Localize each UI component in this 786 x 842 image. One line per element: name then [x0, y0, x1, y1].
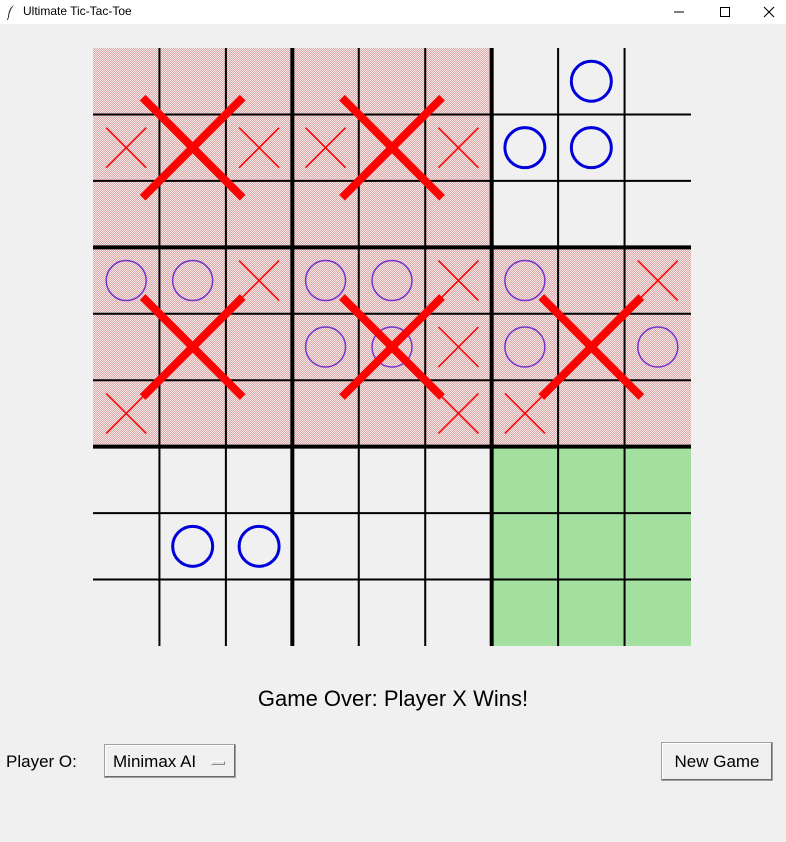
close-icon: [763, 6, 775, 18]
new-game-button[interactable]: New Game: [661, 742, 773, 781]
maximize-button[interactable]: [702, 0, 748, 24]
o-mark: [237, 524, 281, 568]
title-bar: Ultimate Tic-Tac-Toe: [0, 0, 786, 24]
window-title: Ultimate Tic-Tac-Toe: [23, 4, 132, 18]
player-o-select[interactable]: Minimax AI: [104, 744, 236, 778]
feather-icon: [7, 5, 14, 20]
ultimate-board-canvas[interactable]: [93, 48, 691, 646]
option-menu-indicator-icon: [211, 761, 225, 765]
sub-board-9-fill: [491, 446, 691, 646]
o-mark: [569, 126, 613, 170]
game-status: Game Over: Player X Wins!: [257, 686, 529, 711]
o-mark: [569, 59, 613, 103]
player-o-selected-value: Minimax AI: [113, 752, 197, 771]
o-mark: [171, 524, 215, 568]
player-o-label: Player O:: [6, 752, 77, 771]
minimize-button[interactable]: [656, 0, 702, 24]
o-mark: [503, 126, 547, 170]
minimize-icon: [674, 11, 684, 13]
game-board: [93, 48, 691, 646]
close-button[interactable]: [746, 0, 786, 24]
maximize-icon: [720, 7, 730, 17]
